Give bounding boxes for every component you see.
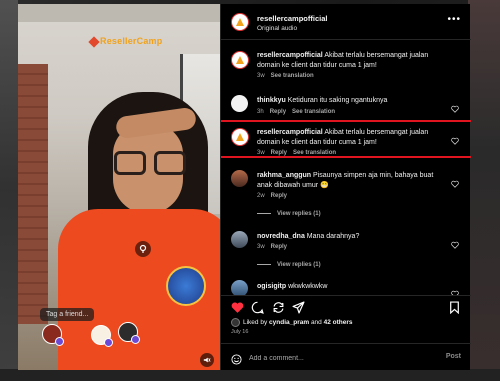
view-replies-button[interactable]: View replies (1) <box>257 262 321 268</box>
comment-time: 3w <box>257 73 265 79</box>
video-ceiling <box>18 4 220 22</box>
reply-button[interactable]: Reply <box>271 150 287 156</box>
comment-username[interactable]: thinkkyu <box>257 97 286 104</box>
liker-avatar[interactable] <box>231 318 240 327</box>
comment-text: thinkkyu Ketiduran itu saking ngantuknya <box>257 96 437 106</box>
watermark-logo-icon <box>88 35 100 48</box>
like-comment-icon[interactable] <box>451 132 459 145</box>
comment-avatar[interactable] <box>231 95 248 112</box>
tagged-avatar-2[interactable] <box>91 325 113 347</box>
like-comment-icon[interactable] <box>451 236 459 249</box>
comment-meta: 3w See translation <box>257 73 314 79</box>
comment-avatar[interactable] <box>231 231 248 248</box>
comment-avatar[interactable] <box>231 170 248 187</box>
shirt-logo <box>166 266 206 306</box>
author-username[interactable]: resellercampofficial <box>257 14 327 23</box>
post-date: July 16 <box>231 329 249 335</box>
comment-username[interactable]: rakhma_anggun <box>257 172 311 179</box>
like-heart-icon[interactable] <box>231 301 244 314</box>
person-glasses <box>114 151 186 177</box>
post-comment-button[interactable]: Post <box>446 353 461 360</box>
reply-button[interactable]: Reply <box>270 109 286 115</box>
tagged-avatar-1[interactable] <box>42 324 64 346</box>
comment-avatar[interactable] <box>231 51 249 69</box>
comment-meta: 3w Reply See translation <box>257 150 336 156</box>
post-modal: ResellerCamp Tag a friend... resellercam… <box>18 4 471 370</box>
comment-body: Mana darahnya? <box>304 233 360 240</box>
add-comment-row: Post <box>221 343 471 370</box>
likes-others-link[interactable]: 42 others <box>324 319 353 326</box>
backdrop-left <box>0 0 18 381</box>
comment-meta: 3h Reply See translation <box>257 109 335 115</box>
repost-icon[interactable] <box>272 301 285 314</box>
comments-list: resellercampofficial Akibat terlalu bers… <box>221 41 471 295</box>
likes-prefix: Liked by <box>243 319 270 327</box>
likes-middle: and <box>309 319 324 327</box>
liker-username[interactable]: cyndia_pram <box>269 319 309 326</box>
backdrop-right <box>468 0 500 381</box>
comment-body: Ketiduran itu saking ngantuknya <box>285 97 388 104</box>
emoji-icon[interactable] <box>231 352 242 365</box>
video-watermark: ResellerCamp <box>88 35 163 48</box>
comment-meta: 3w Reply <box>257 244 287 250</box>
tag-friend-bubble[interactable]: Tag a friend... <box>40 308 95 321</box>
share-icon[interactable] <box>292 301 305 314</box>
tag-badge-icon <box>104 338 113 347</box>
author-avatar[interactable] <box>231 13 249 31</box>
comment-time: 2w <box>257 193 265 199</box>
comment-avatar[interactable] <box>231 280 248 295</box>
tag-badge-icon <box>131 335 140 344</box>
tag-pin-icon[interactable] <box>135 241 151 257</box>
comment-body: wkwkwkwkw <box>286 283 328 290</box>
comment-text: rakhma_anggun Pisaunya simpen aja min, b… <box>257 171 437 191</box>
reply-button[interactable]: Reply <box>271 244 287 250</box>
comment-username[interactable]: ogisigitp <box>257 283 286 290</box>
comment-text: novredha_dna Mana darahnya? <box>257 232 437 242</box>
add-comment-input[interactable] <box>249 352 419 364</box>
comment-username[interactable]: novredha_dna <box>257 233 305 240</box>
tagged-avatar-3[interactable] <box>118 322 140 344</box>
comment-icon[interactable] <box>251 301 264 314</box>
backdrop-bottom <box>0 369 500 381</box>
likes-summary: Liked by cyndia_pram and 42 others <box>231 318 353 327</box>
comment-username[interactable]: resellercampofficial <box>257 129 323 136</box>
comment-time: 3w <box>257 244 265 250</box>
like-comment-icon[interactable] <box>451 100 459 113</box>
mute-icon[interactable] <box>200 353 214 367</box>
comment-meta: 2w Reply <box>257 193 287 199</box>
comment-text: resellercampofficial Akibat terlalu bers… <box>257 51 437 71</box>
comment-text: ogisigitp wkwkwkwkw <box>257 282 437 292</box>
see-translation-button[interactable]: See translation <box>292 109 335 115</box>
post-actions <box>221 295 471 315</box>
see-translation-button[interactable]: See translation <box>293 150 336 156</box>
comment-text: resellercampofficial Akibat terlalu bers… <box>257 128 437 148</box>
like-comment-icon[interactable] <box>451 175 459 188</box>
watermark-text: ResellerCamp <box>100 36 163 46</box>
reply-button[interactable]: Reply <box>271 193 287 199</box>
see-translation-button[interactable]: See translation <box>271 73 314 79</box>
comment-time: 3h <box>257 109 264 115</box>
audio-label[interactable]: Original audio <box>257 25 297 32</box>
view-replies-button[interactable]: View replies (1) <box>257 211 321 217</box>
comments-panel: resellercampofficial Original audio ••• … <box>220 4 471 370</box>
post-header: resellercampofficial Original audio ••• <box>221 4 471 40</box>
like-comment-icon[interactable] <box>451 285 459 295</box>
reel-video[interactable]: ResellerCamp Tag a friend... <box>18 4 220 370</box>
save-bookmark-icon[interactable] <box>448 301 461 315</box>
comment-time: 3w <box>257 150 265 156</box>
comment-avatar[interactable] <box>231 128 249 146</box>
more-options-icon[interactable]: ••• <box>447 14 461 25</box>
comment-username[interactable]: resellercampofficial <box>257 52 323 59</box>
video-brick-wall <box>18 64 48 324</box>
tag-badge-icon <box>55 337 64 346</box>
